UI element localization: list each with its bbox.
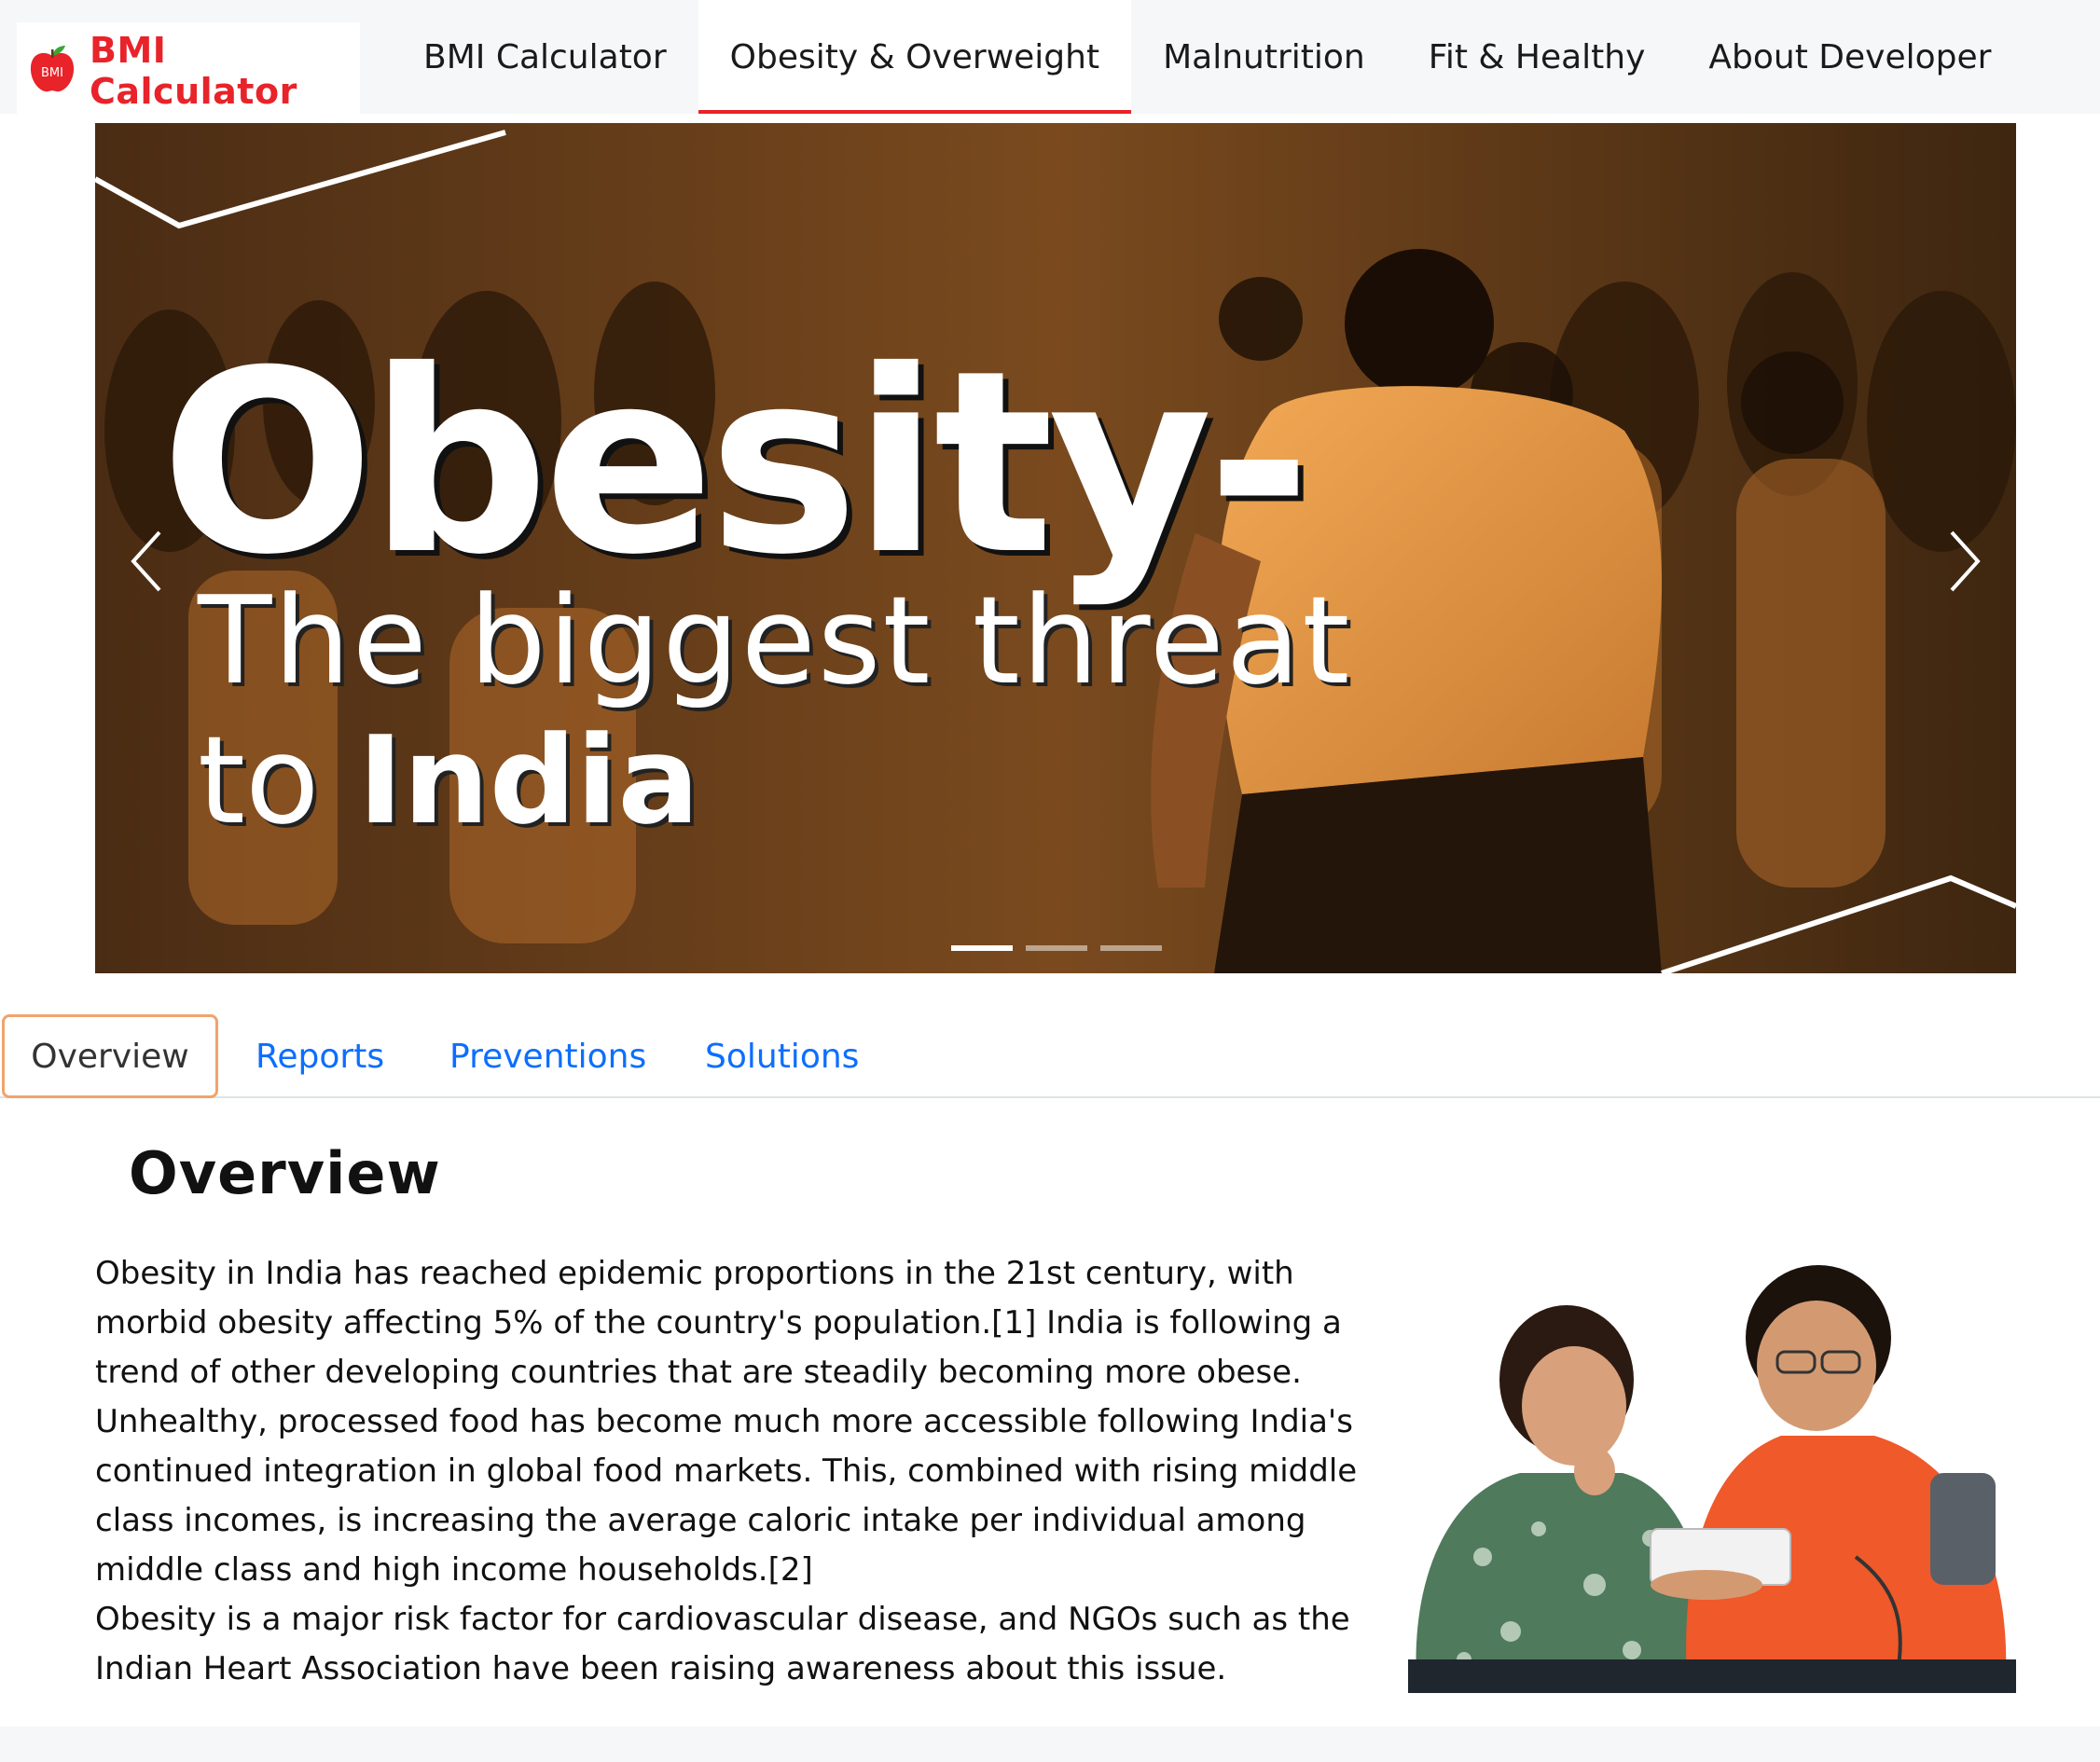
tab-overview[interactable]: Overview — [2, 1014, 218, 1098]
tab-solutions[interactable]: Solutions — [705, 1014, 859, 1098]
chevron-left-icon — [131, 530, 161, 592]
slide-subtitle-line2: to India — [198, 720, 699, 841]
chevron-right-icon — [1950, 530, 1981, 592]
section-heading: Overview — [129, 1139, 441, 1207]
slide-subtitle-bold: India — [357, 709, 700, 851]
footer-strip — [0, 1727, 2100, 1762]
brand-link[interactable]: BMI BMI Calculator — [17, 22, 360, 116]
slide-subtitle-line1: The biggest threat — [198, 570, 1352, 711]
section-body: Obesity in India has reached epidemic pr… — [95, 1249, 1363, 1694]
nav-item-malnutrition[interactable]: Malnutrition — [1131, 0, 1397, 114]
body-paragraph-1: Obesity in India has reached epidemic pr… — [95, 1255, 1358, 1589]
tab-reports[interactable]: Reports — [256, 1014, 384, 1098]
carousel-indicators — [951, 945, 1162, 951]
hero-carousel: Obesity- The biggest threat to India — [95, 123, 2016, 973]
brand-name: BMI Calculator — [90, 30, 297, 112]
slide-title: Obesity- — [160, 316, 1311, 610]
apple-logo-icon: BMI — [26, 43, 78, 95]
carousel-prev-button[interactable] — [114, 515, 179, 608]
slide-subtitle-prefix: to — [198, 709, 320, 851]
nav-item-obesity-overweight[interactable]: Obesity & Overweight — [698, 0, 1132, 114]
carousel-indicator-2[interactable] — [1026, 945, 1087, 951]
nav-item-bmi-calculator[interactable]: BMI Calculator — [392, 0, 698, 114]
tab-preventions[interactable]: Preventions — [449, 1014, 646, 1098]
nav-item-fit-healthy[interactable]: Fit & Healthy — [1397, 0, 1678, 114]
illustration-image — [1408, 1249, 2016, 1693]
nav-item-about-developer[interactable]: About Developer — [1677, 0, 2023, 114]
nav-menu: BMI Calculator Obesity & Overweight Maln… — [392, 0, 2023, 114]
content-tabs: Overview Reports Preventions Solutions — [0, 1014, 2100, 1098]
carousel-indicator-3[interactable] — [1100, 945, 1162, 951]
carousel-indicator-1[interactable] — [951, 945, 1013, 951]
body-paragraph-2: Obesity is a major risk factor for cardi… — [95, 1601, 1350, 1687]
couple-blood-pressure-photo — [1408, 1249, 2016, 1693]
carousel-next-button[interactable] — [1932, 515, 1997, 608]
top-navbar: BMI BMI Calculator BMI Calculator Obesit… — [0, 0, 2100, 116]
svg-text:BMI: BMI — [41, 66, 63, 80]
